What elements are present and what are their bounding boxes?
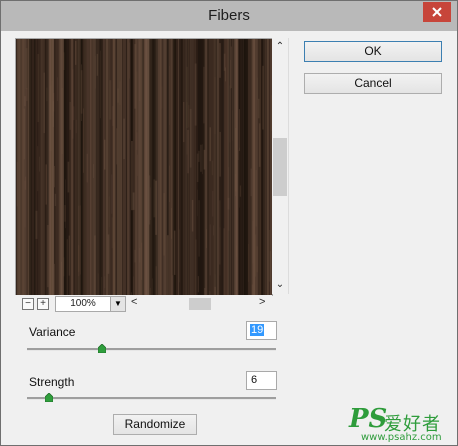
zoom-in-button[interactable]: + — [37, 298, 49, 310]
chevron-down-icon[interactable]: ▼ — [110, 296, 126, 312]
fibers-preview[interactable] — [15, 38, 273, 296]
strength-field[interactable]: 6 — [246, 371, 277, 390]
title-bar[interactable]: Fibers — [1, 1, 457, 31]
preview-vertical-scrollbar[interactable]: ⌃ ⌄ — [272, 38, 289, 294]
watermark-ps: PS — [349, 404, 388, 434]
zoom-out-button[interactable]: − — [22, 298, 34, 310]
fibers-texture — [16, 39, 272, 295]
strength-value: 6 — [251, 374, 258, 386]
scroll-down-icon[interactable]: ⌄ — [272, 278, 288, 292]
preview-zoom-bar: − + 100% ▼ < > — [15, 295, 272, 312]
strength-slider-thumb[interactable] — [45, 393, 54, 402]
scroll-right-icon[interactable]: > — [259, 296, 265, 308]
cancel-button[interactable]: Cancel — [304, 73, 442, 94]
variance-label: Variance — [29, 325, 76, 339]
scroll-up-icon[interactable]: ⌃ — [272, 40, 288, 54]
randomize-button[interactable]: Randomize — [113, 414, 197, 435]
variance-slider-thumb[interactable] — [97, 344, 106, 353]
variance-slider-track[interactable] — [27, 348, 276, 351]
fibers-dialog: Fibers ⌃ ⌄ − + 100% ▼ < > OK Cancel Vari… — [0, 0, 458, 446]
strength-label: Strength — [29, 375, 75, 389]
vertical-scroll-thumb[interactable] — [273, 138, 287, 196]
ok-button[interactable]: OK — [304, 41, 442, 62]
watermark-url: www.psahz.com — [361, 432, 442, 443]
variance-value: 19 — [250, 324, 265, 336]
scroll-left-icon[interactable]: < — [131, 296, 137, 308]
horizontal-scroll-thumb[interactable] — [189, 298, 211, 310]
variance-field[interactable]: 19 — [246, 321, 277, 340]
strength-slider-track[interactable] — [27, 397, 276, 400]
watermark-logo: PS 爱好者 www.psahz.com — [349, 404, 455, 444]
close-icon — [432, 7, 442, 17]
close-button[interactable] — [423, 2, 451, 22]
dialog-body: ⌃ ⌄ − + 100% ▼ < > OK Cancel Variance 19… — [7, 31, 451, 441]
zoom-level-field[interactable]: 100% — [55, 296, 111, 312]
dialog-title: Fibers — [208, 7, 250, 24]
